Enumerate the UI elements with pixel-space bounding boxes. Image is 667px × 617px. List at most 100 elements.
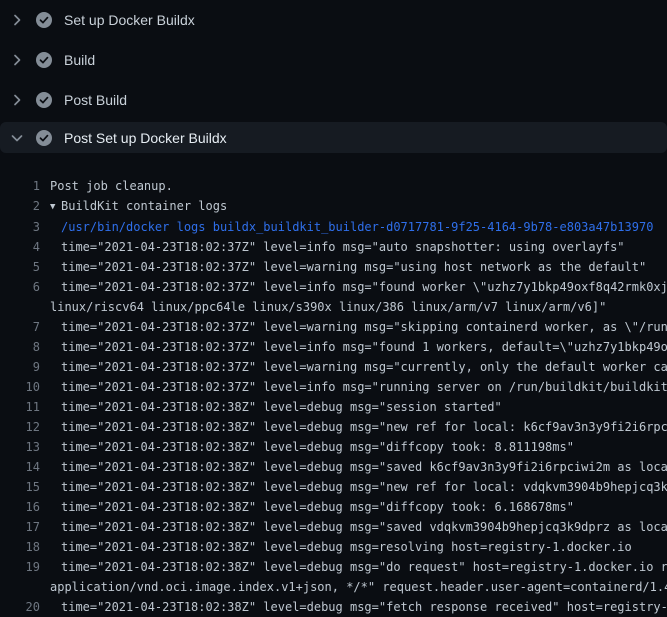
log-line: 18 time="2021-04-23T18:02:38Z" level=debu… <box>0 537 667 557</box>
log-group-toggle[interactable]: ▼BuildKit container logs <box>50 196 667 217</box>
line-number[interactable]: 13 <box>0 437 40 457</box>
log-text: time="2021-04-23T18:02:38Z" level=debug … <box>50 397 667 417</box>
log-line-content: time="2021-04-23T18:02:38Z" level=debug … <box>50 537 667 557</box>
log-line: 8 time="2021-04-23T18:02:37Z" level=info … <box>0 337 667 357</box>
line-number[interactable]: 14 <box>0 457 40 477</box>
log-text: time="2021-04-23T18:02:38Z" level=debug … <box>50 437 667 457</box>
log-text: time="2021-04-23T18:02:38Z" level=debug … <box>50 537 667 557</box>
log-line: 13 time="2021-04-23T18:02:38Z" level=debu… <box>0 437 667 457</box>
log-line-content: time="2021-04-23T18:02:37Z" level=warnin… <box>50 317 667 337</box>
line-number[interactable]: 11 <box>0 397 40 417</box>
log-line: 20 time="2021-04-23T18:02:38Z" level=debu… <box>0 597 667 617</box>
line-number[interactable]: 20 <box>0 597 40 617</box>
line-number[interactable]: 15 <box>0 477 40 497</box>
log-line: 3/usr/bin/docker logs buildx_buildkit_bu… <box>0 217 667 237</box>
line-number[interactable]: 3 <box>0 217 40 237</box>
log-text: time="2021-04-23T18:02:38Z" level=debug … <box>50 457 667 477</box>
step-row-0[interactable]: Set up Docker Buildx <box>0 0 667 40</box>
line-number[interactable]: 12 <box>0 417 40 437</box>
log-line: 1 Post job cleanup. <box>0 176 667 196</box>
log-line-content: time="2021-04-23T18:02:38Z" level=debug … <box>50 417 667 437</box>
log-line-content: time="2021-04-23T18:02:37Z" level=info m… <box>50 337 667 357</box>
chevron-right-icon <box>9 52 25 68</box>
log-line-content: time="2021-04-23T18:02:37Z" level=warnin… <box>50 257 667 277</box>
log-line-content: time="2021-04-23T18:02:38Z" level=debug … <box>50 517 667 537</box>
log-text-continuation: application/vnd.oci.image.index.v1+json,… <box>50 577 667 597</box>
log-line: 15 time="2021-04-23T18:02:38Z" level=debu… <box>0 477 667 497</box>
log-line-content: time="2021-04-23T18:02:38Z" level=debug … <box>50 557 667 597</box>
log-text: time="2021-04-23T18:02:37Z" level=warnin… <box>50 317 667 337</box>
log-text-continuation: linux/riscv64 linux/ppc64le linux/s390x … <box>50 297 667 317</box>
chevron-right-icon <box>9 92 25 108</box>
log-line: 7 time="2021-04-23T18:02:37Z" level=warni… <box>0 317 667 337</box>
log-line: 4 time="2021-04-23T18:02:37Z" level=info … <box>0 237 667 257</box>
steps-list: Set up Docker Buildx Build Post Build Post … <box>0 0 667 153</box>
line-number[interactable]: 16 <box>0 497 40 517</box>
log-line-content: time="2021-04-23T18:02:38Z" level=debug … <box>50 397 667 417</box>
line-number[interactable]: 18 <box>0 537 40 557</box>
line-number[interactable]: 7 <box>0 317 40 337</box>
log-text: time="2021-04-23T18:02:38Z" level=debug … <box>50 557 667 577</box>
line-number[interactable]: 6 <box>0 277 40 317</box>
log-text: Post job cleanup. <box>50 176 667 196</box>
log-command-text: /usr/bin/docker logs buildx_buildkit_bui… <box>50 217 667 237</box>
line-number[interactable]: 17 <box>0 517 40 537</box>
log-text: time="2021-04-23T18:02:38Z" level=debug … <box>50 417 667 437</box>
log-line-content: ▼BuildKit container logs <box>50 196 667 217</box>
log-line-content: time="2021-04-23T18:02:38Z" level=debug … <box>50 497 667 517</box>
log-text: time="2021-04-23T18:02:37Z" level=warnin… <box>50 257 667 277</box>
log-line: 6 time="2021-04-23T18:02:37Z" level=info … <box>0 277 667 317</box>
log-line-content: time="2021-04-23T18:02:38Z" level=debug … <box>50 437 667 457</box>
log-text: time="2021-04-23T18:02:38Z" level=debug … <box>50 477 667 497</box>
check-circle-icon <box>36 12 52 28</box>
log-text: time="2021-04-23T18:02:38Z" level=debug … <box>50 497 667 517</box>
line-number[interactable]: 1 <box>0 176 40 196</box>
line-number[interactable]: 8 <box>0 337 40 357</box>
log-text: time="2021-04-23T18:02:37Z" level=info m… <box>50 277 667 297</box>
check-circle-icon <box>36 92 52 108</box>
log-viewer: 1 Post job cleanup. 2 ▼BuildKit container l… <box>0 160 667 617</box>
log-text: time="2021-04-23T18:02:37Z" level=info m… <box>50 337 667 357</box>
log-line: 5 time="2021-04-23T18:02:37Z" level=warni… <box>0 257 667 277</box>
step-row-1[interactable]: Build <box>0 40 667 80</box>
log-line: 10 time="2021-04-23T18:02:37Z" level=info… <box>0 377 667 397</box>
log-line-content: time="2021-04-23T18:02:37Z" level=info m… <box>50 277 667 317</box>
step-row-3[interactable]: Post Set up Docker Buildx <box>0 122 667 153</box>
line-number[interactable]: 19 <box>0 557 40 597</box>
step-label: Build <box>64 52 95 68</box>
log-text: time="2021-04-23T18:02:37Z" level=info m… <box>50 377 667 397</box>
line-number[interactable]: 4 <box>0 237 40 257</box>
chevron-down-icon <box>9 130 25 146</box>
log-text: time="2021-04-23T18:02:38Z" level=debug … <box>50 517 667 537</box>
log-line: 14 time="2021-04-23T18:02:38Z" level=debu… <box>0 457 667 477</box>
step-label: Post Set up Docker Buildx <box>64 130 227 146</box>
log-line: 9 time="2021-04-23T18:02:37Z" level=warni… <box>0 357 667 377</box>
log-line-content: Post job cleanup. <box>50 176 667 196</box>
step-row-2[interactable]: Post Build <box>0 80 667 120</box>
log-line-content: time="2021-04-23T18:02:38Z" level=debug … <box>50 477 667 497</box>
log-line-content: time="2021-04-23T18:02:38Z" level=debug … <box>50 457 667 477</box>
line-number[interactable]: 10 <box>0 377 40 397</box>
line-number[interactable]: 2 <box>0 196 40 217</box>
check-circle-icon <box>36 52 52 68</box>
chevron-right-icon <box>9 12 25 28</box>
log-line: 11 time="2021-04-23T18:02:38Z" level=debu… <box>0 397 667 417</box>
log-line-content: time="2021-04-23T18:02:38Z" level=debug … <box>50 597 667 617</box>
log-text: time="2021-04-23T18:02:37Z" level=warnin… <box>50 357 667 377</box>
log-line: 12 time="2021-04-23T18:02:38Z" level=debu… <box>0 417 667 437</box>
log-line-content: /usr/bin/docker logs buildx_buildkit_bui… <box>50 217 667 237</box>
log-line-content: time="2021-04-23T18:02:37Z" level=info m… <box>50 237 667 257</box>
step-label: Post Build <box>64 92 127 108</box>
disclosure-triangle-icon: ▼ <box>50 197 61 217</box>
check-circle-icon <box>36 130 52 146</box>
step-label: Set up Docker Buildx <box>64 12 195 28</box>
line-number[interactable]: 5 <box>0 257 40 277</box>
line-number[interactable]: 9 <box>0 357 40 377</box>
log-text: time="2021-04-23T18:02:38Z" level=debug … <box>50 597 667 617</box>
log-group-label: BuildKit container logs <box>61 199 227 213</box>
log-line: 17 time="2021-04-23T18:02:38Z" level=debu… <box>0 517 667 537</box>
log-line: 19 time="2021-04-23T18:02:38Z" level=debu… <box>0 557 667 597</box>
log-line-content: time="2021-04-23T18:02:37Z" level=warnin… <box>50 357 667 377</box>
log-line-content: time="2021-04-23T18:02:37Z" level=info m… <box>50 377 667 397</box>
log-line: 16 time="2021-04-23T18:02:38Z" level=debu… <box>0 497 667 517</box>
